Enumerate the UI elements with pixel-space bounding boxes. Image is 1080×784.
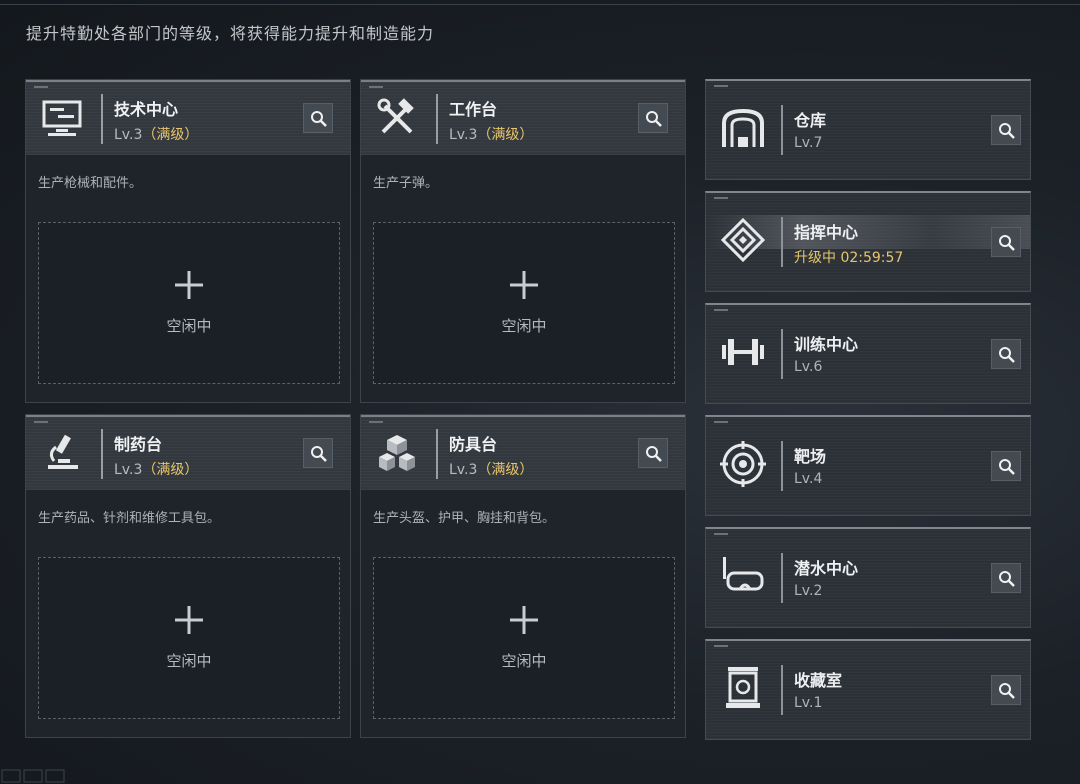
department-name: 工作台 <box>449 100 498 119</box>
inspect-button[interactable] <box>303 438 333 468</box>
target-icon <box>720 441 766 487</box>
inspect-button[interactable] <box>991 227 1021 257</box>
department-card-workbench: 工作台 Lv.3（满级） 生产子弹。 空闲中 <box>360 79 686 403</box>
facility-card-shooting-range[interactable]: 靶场 Lv.4 <box>705 415 1031 516</box>
inspect-button[interactable] <box>638 103 668 133</box>
department-description: 生产枪械和配件。 <box>38 176 143 191</box>
card-header: 技术中心 Lv.3（满级） <box>26 80 350 155</box>
facility-card-warehouse[interactable]: 仓库 Lv.7 <box>705 79 1031 180</box>
page-subtitle: 提升特勤处各部门的等级，将获得能力提升和制造能力 <box>26 24 435 43</box>
facility-name: 仓库 <box>794 111 827 130</box>
monitor-icon <box>42 100 82 136</box>
search-icon <box>999 683 1015 699</box>
search-icon <box>646 111 662 127</box>
facility-level: Lv.7 <box>794 135 823 151</box>
department-card-tech-center: 技术中心 Lv.3（满级） 生产枪械和配件。 空闲中 <box>25 79 351 403</box>
search-icon <box>999 123 1015 139</box>
plus-icon <box>175 606 203 634</box>
search-icon <box>646 446 662 462</box>
plus-icon <box>175 271 203 299</box>
facility-card-diving-center[interactable]: 潜水中心 Lv.2 <box>705 527 1031 628</box>
facility-level: Lv.4 <box>794 471 823 487</box>
search-icon <box>311 446 327 462</box>
department-level: Lv.3（满级） <box>449 462 534 478</box>
inspect-button[interactable] <box>638 438 668 468</box>
department-name: 制药台 <box>114 435 163 454</box>
department-card-armor: 防具台 Lv.3（满级） 生产头盔、护甲、胸挂和背包。 空闲中 <box>360 414 686 738</box>
card-header: 工作台 Lv.3（满级） <box>361 80 685 155</box>
idle-label: 空闲中 <box>166 652 212 670</box>
inspect-button[interactable] <box>991 451 1021 481</box>
facility-level: Lv.1 <box>794 695 823 711</box>
department-card-pharmacy: 制药台 Lv.3（满级） 生产药品、针剂和维修工具包。 空闲中 <box>25 414 351 738</box>
card-header: 防具台 Lv.3（满级） <box>361 415 685 490</box>
idle-label: 空闲中 <box>501 652 547 670</box>
department-description: 生产药品、针剂和维修工具包。 <box>38 511 221 526</box>
inspect-button[interactable] <box>991 339 1021 369</box>
search-icon <box>311 111 327 127</box>
inspect-button[interactable] <box>303 103 333 133</box>
facility-level: Lv.6 <box>794 359 823 375</box>
warehouse-icon <box>722 108 764 147</box>
production-slot[interactable]: 空闲中 <box>38 222 340 384</box>
search-icon <box>999 347 1015 363</box>
upgrade-timer: 升级中 02:59:57 <box>794 250 904 266</box>
department-name: 技术中心 <box>114 100 179 119</box>
department-description: 生产子弹。 <box>373 176 439 191</box>
department-name: 防具台 <box>449 435 498 454</box>
production-slot[interactable]: 空闲中 <box>38 557 340 719</box>
facility-card-collection-room[interactable]: 收藏室 Lv.1 <box>705 639 1031 740</box>
plus-icon <box>510 271 538 299</box>
plus-icon <box>510 606 538 634</box>
cubes-icon <box>379 435 415 471</box>
diving-mask-icon <box>723 557 764 591</box>
display-case-icon <box>726 667 760 708</box>
idle-label: 空闲中 <box>501 317 547 335</box>
facility-card-command-center[interactable]: 指挥中心 升级中 02:59:57 <box>705 191 1031 292</box>
facility-card-training-center[interactable]: 训练中心 Lv.6 <box>705 303 1031 404</box>
search-icon <box>999 459 1015 475</box>
department-level: Lv.3（满级） <box>449 127 534 143</box>
search-icon <box>999 235 1015 251</box>
production-slot[interactable]: 空闲中 <box>373 222 675 384</box>
dumbbell-icon <box>722 339 764 365</box>
inspect-button[interactable] <box>991 563 1021 593</box>
inspect-button[interactable] <box>991 115 1021 145</box>
facility-name: 训练中心 <box>794 335 859 354</box>
facility-name: 指挥中心 <box>794 223 859 242</box>
facility-name: 靶场 <box>794 447 827 466</box>
department-level: Lv.3（满级） <box>114 127 199 143</box>
card-header: 制药台 Lv.3（满级） <box>26 415 350 490</box>
command-emblem-icon <box>720 217 766 263</box>
production-slot[interactable]: 空闲中 <box>373 557 675 719</box>
department-description: 生产头盔、护甲、胸挂和背包。 <box>373 511 556 526</box>
microscope-icon <box>48 434 78 469</box>
facility-name: 潜水中心 <box>794 559 859 578</box>
search-icon <box>999 571 1015 587</box>
corner-decoration <box>1 769 65 783</box>
facility-name: 收藏室 <box>794 671 843 690</box>
hammer-wrench-icon <box>377 98 414 134</box>
facility-level: Lv.2 <box>794 583 823 599</box>
department-level: Lv.3（满级） <box>114 462 199 478</box>
inspect-button[interactable] <box>991 675 1021 705</box>
top-divider <box>0 4 1080 5</box>
idle-label: 空闲中 <box>166 317 212 335</box>
